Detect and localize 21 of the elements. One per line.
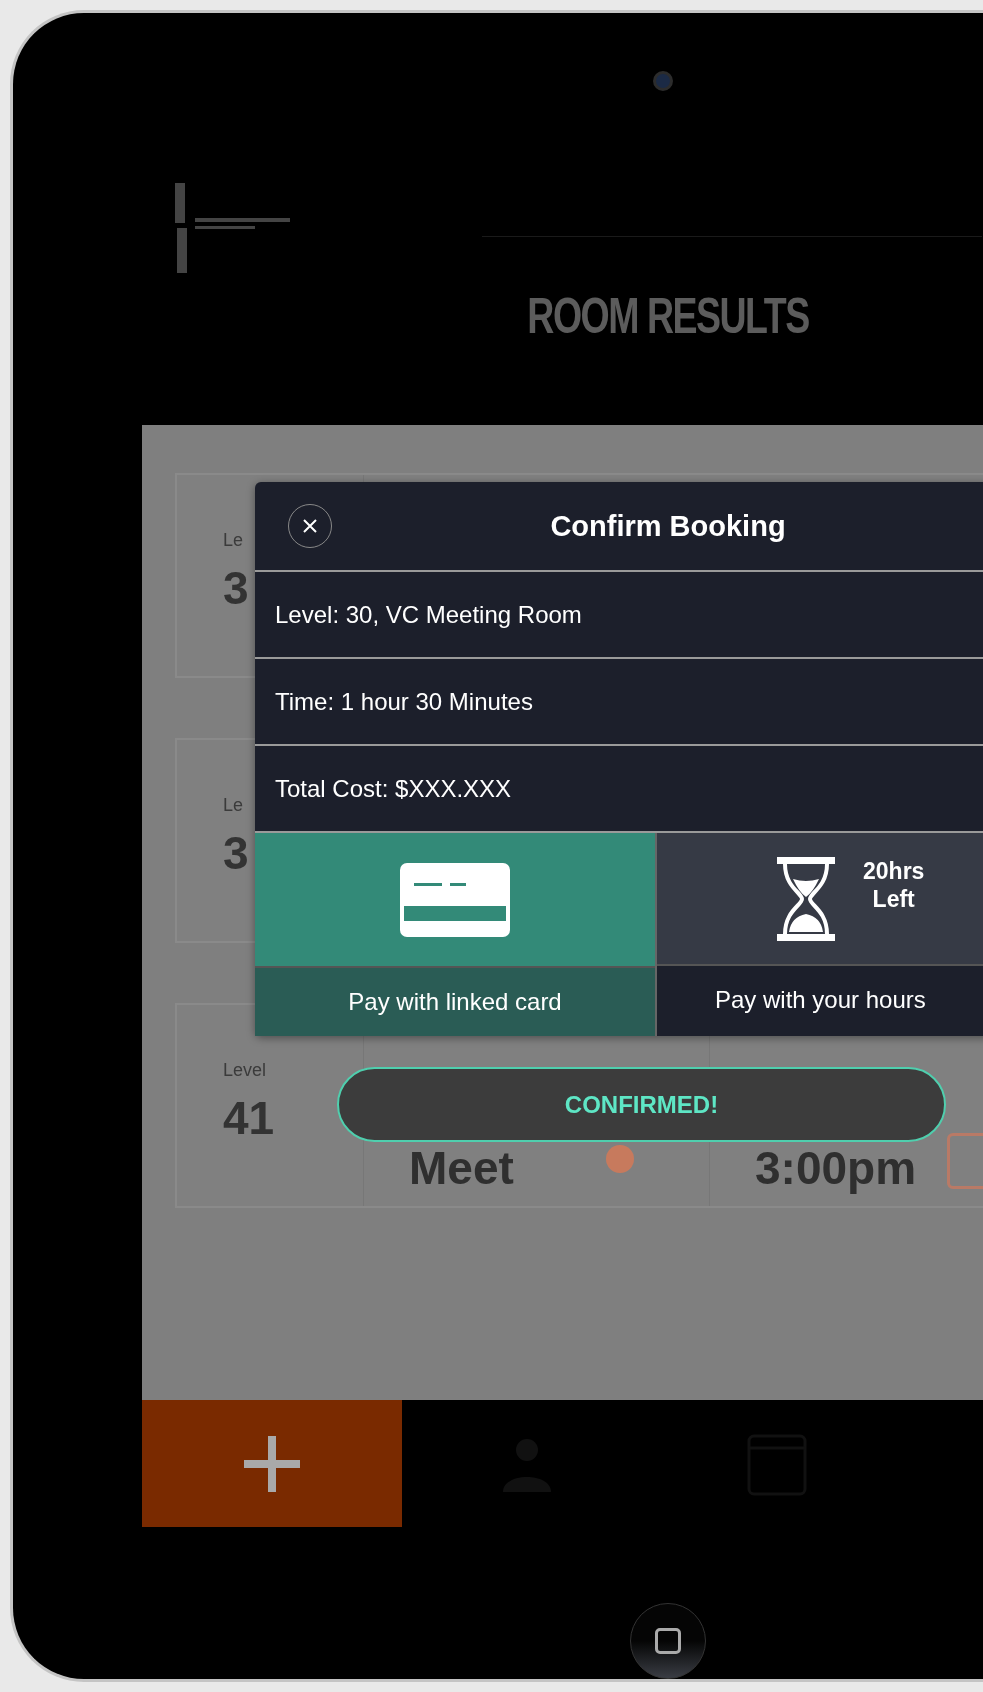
level-label: Le [223, 530, 244, 551]
credit-card-icon [400, 862, 510, 937]
payment-option[interactable]: Pay with linked card [255, 833, 657, 1036]
page-title: ROOM RESULTS [526, 287, 810, 345]
hourglass-icon [777, 856, 835, 941]
level-number: 3 [223, 826, 249, 880]
room-name: Meet [409, 1145, 514, 1191]
detail-row: Level: 30, VC Meeting Room [255, 572, 983, 659]
dialog-title: Confirm Booking [550, 509, 786, 543]
confirmation-banner: CONFIRMED! [337, 1067, 946, 1142]
hours-left-label: 20hrs Left [863, 856, 925, 914]
add-tab[interactable] [142, 1400, 402, 1527]
detail-row: Time: 1 hour 30 Minutes [255, 659, 983, 746]
level-number: 3 [223, 561, 249, 615]
status-dot-icon [606, 1145, 634, 1173]
close-icon [302, 518, 318, 534]
payment-option[interactable]: 20hrs Left Pay with your hours [657, 833, 983, 1036]
level-label: Level [223, 1060, 267, 1081]
camera-icon [653, 70, 673, 91]
level-label: Le [223, 795, 244, 816]
level-number: 41 [223, 1091, 275, 1145]
